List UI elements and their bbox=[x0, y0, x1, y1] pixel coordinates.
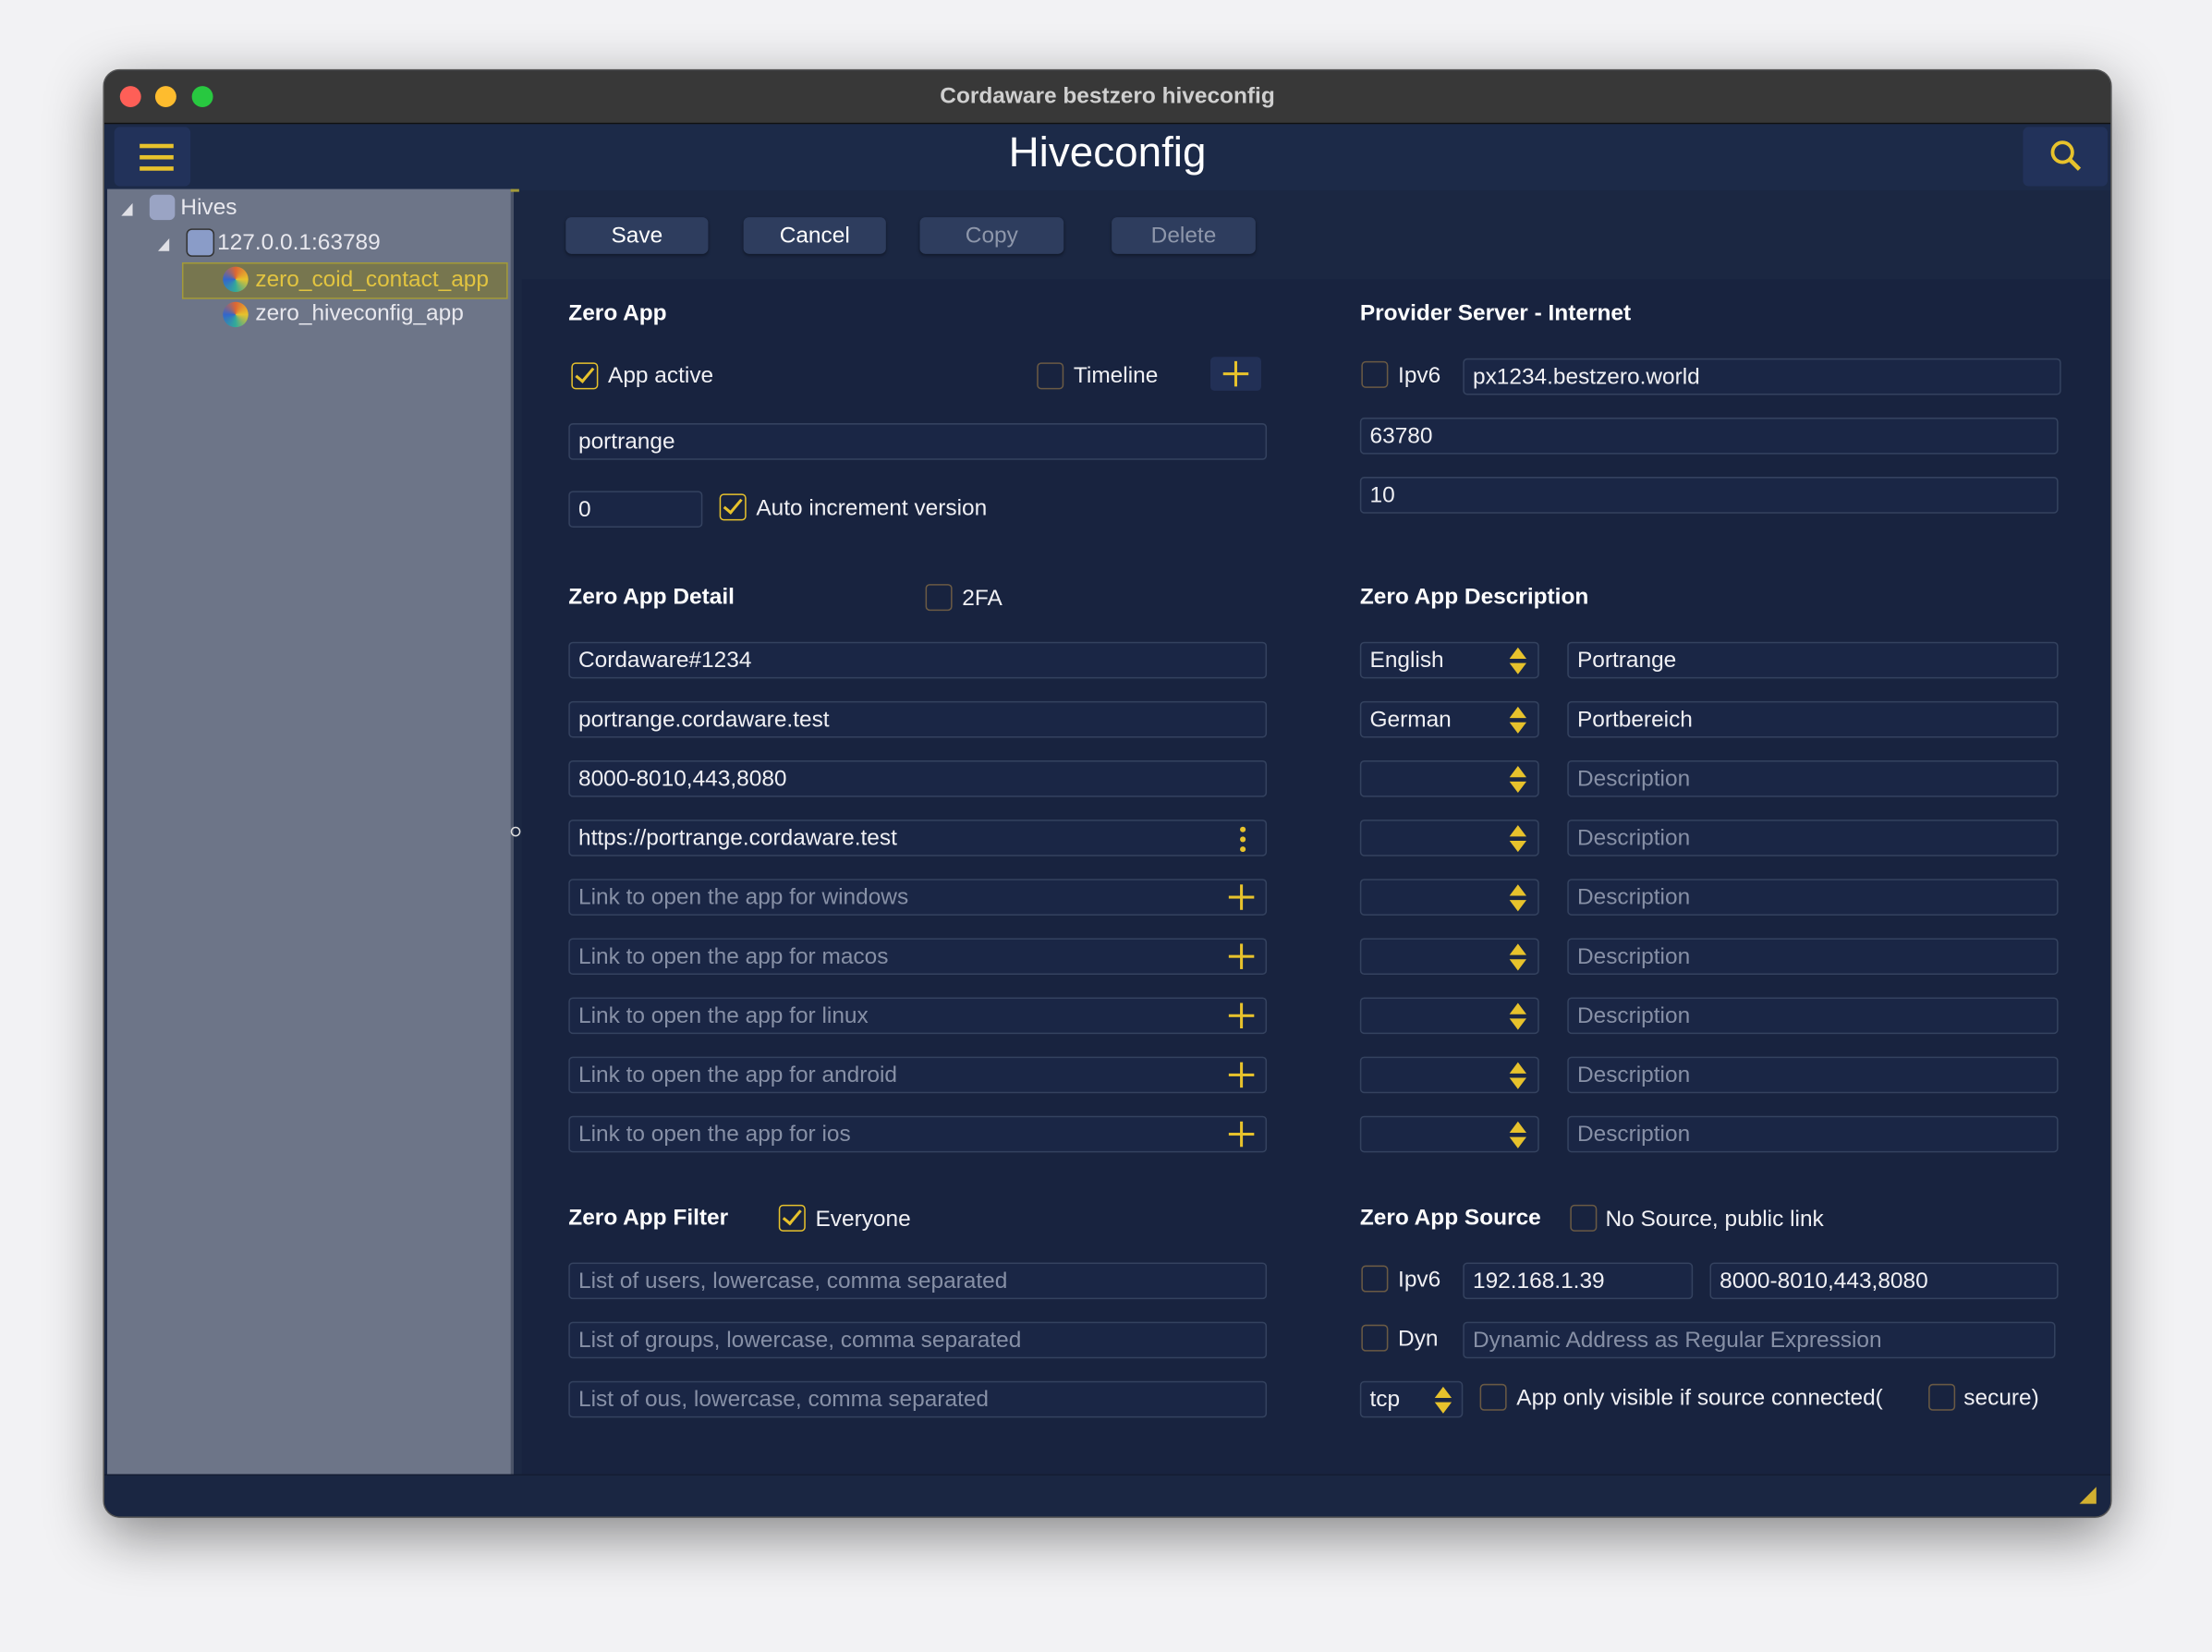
description-input[interactable]: Description bbox=[1567, 759, 2059, 797]
plus-icon bbox=[1221, 358, 1252, 390]
source-ports-input[interactable]: 8000-8010,443,8080 bbox=[1709, 1262, 2059, 1300]
spinner-arrows-icon[interactable] bbox=[1509, 943, 1526, 972]
plus-icon[interactable] bbox=[1226, 1119, 1258, 1150]
spinner-arrows-icon[interactable] bbox=[1434, 1386, 1452, 1415]
everyone-checkbox[interactable] bbox=[778, 1204, 806, 1232]
app-link-input[interactable]: Link to open the app for macos bbox=[568, 938, 1268, 976]
app-link-input[interactable]: Link to open the app for ios bbox=[568, 1115, 1268, 1153]
spinner-arrows-icon[interactable] bbox=[1509, 1121, 1526, 1150]
provider-host-input[interactable]: px1234.bestzero.world bbox=[1463, 358, 2061, 395]
description-input[interactable]: Description bbox=[1567, 997, 2059, 1035]
description-input[interactable]: Description bbox=[1567, 938, 2059, 976]
app-active-label: App active bbox=[608, 363, 714, 388]
form: Zero App App active Timeline portrange 0… bbox=[104, 70, 2110, 1516]
url-input[interactable]: https://portrange.cordaware.test bbox=[568, 820, 1268, 856]
zero-app-filter-heading: Zero App Filter bbox=[568, 1206, 729, 1231]
description-input[interactable]: Description bbox=[1567, 820, 2059, 856]
app-link-input[interactable]: Link to open the app for windows bbox=[568, 879, 1268, 916]
description-input[interactable]: Description bbox=[1567, 1115, 2059, 1153]
dyn-address-input[interactable]: Dynamic Address as Regular Expression bbox=[1463, 1321, 2056, 1359]
app-name-input[interactable]: portrange bbox=[568, 423, 1268, 460]
everyone-label: Everyone bbox=[815, 1207, 911, 1232]
twofa-label: 2FA bbox=[962, 587, 1003, 612]
more-options-icon[interactable] bbox=[1240, 836, 1246, 843]
provider-heading: Provider Server - Internet bbox=[1359, 301, 1632, 326]
plus-icon[interactable] bbox=[1226, 941, 1258, 972]
source-ipv6-checkbox[interactable] bbox=[1361, 1265, 1389, 1293]
language-value: English bbox=[1369, 649, 1444, 674]
owner-input[interactable]: Cordaware#1234 bbox=[568, 641, 1268, 679]
dyn-checkbox[interactable] bbox=[1361, 1324, 1389, 1352]
provider-ipv6-checkbox[interactable] bbox=[1361, 360, 1389, 388]
twofa-checkbox[interactable] bbox=[925, 584, 953, 612]
app-window: Cordaware bestzero hiveconfig Hiveconfig… bbox=[103, 68, 2112, 1518]
zero-app-heading: Zero App bbox=[568, 301, 667, 326]
timeline-checkbox[interactable] bbox=[1037, 362, 1064, 390]
add-timeline-button[interactable] bbox=[1209, 357, 1261, 391]
spinner-arrows-icon[interactable] bbox=[1509, 766, 1526, 795]
zero-app-detail-heading: Zero App Detail bbox=[568, 585, 735, 610]
plus-icon[interactable] bbox=[1226, 1060, 1258, 1091]
description-input[interactable]: Description bbox=[1567, 879, 2059, 916]
no-source-checkbox[interactable] bbox=[1570, 1204, 1598, 1232]
host-input[interactable]: portrange.cordaware.test bbox=[568, 700, 1268, 738]
spinner-arrows-icon[interactable] bbox=[1509, 706, 1526, 735]
protocol-value: tcp bbox=[1369, 1388, 1401, 1413]
auto-increment-label: Auto increment version bbox=[756, 496, 988, 521]
description-input[interactable]: Description bbox=[1567, 1056, 2059, 1094]
description-input[interactable]: Portrange bbox=[1567, 641, 2059, 679]
groups-input[interactable]: List of groups, lowercase, comma separat… bbox=[568, 1321, 1268, 1359]
description-heading: Zero App Description bbox=[1359, 585, 1589, 610]
spinner-arrows-icon[interactable] bbox=[1509, 1002, 1526, 1032]
secure-label: secure) bbox=[1963, 1386, 2039, 1411]
source-ipv6-label: Ipv6 bbox=[1398, 1268, 1441, 1293]
language-value: German bbox=[1369, 708, 1452, 733]
timeline-label: Timeline bbox=[1073, 363, 1159, 388]
secure-checkbox[interactable] bbox=[1928, 1383, 1956, 1411]
description-input[interactable]: Portbereich bbox=[1567, 700, 2059, 738]
no-source-label: No Source, public link bbox=[1605, 1207, 1824, 1232]
app-active-checkbox[interactable] bbox=[571, 362, 599, 390]
visible-if-connected-label: App only visible if source connected( bbox=[1516, 1386, 1883, 1411]
provider-value-input[interactable]: 10 bbox=[1359, 477, 2059, 514]
plus-icon[interactable] bbox=[1226, 1001, 1258, 1032]
app-link-input[interactable]: Link to open the app for android bbox=[568, 1056, 1268, 1094]
spinner-arrows-icon[interactable] bbox=[1509, 825, 1526, 854]
spinner-arrows-icon[interactable] bbox=[1509, 1062, 1526, 1091]
dyn-label: Dyn bbox=[1398, 1327, 1439, 1352]
provider-ipv6-label: Ipv6 bbox=[1398, 363, 1441, 388]
auto-increment-checkbox[interactable] bbox=[719, 493, 747, 521]
spinner-arrows-icon[interactable] bbox=[1509, 884, 1526, 913]
spinner-arrows-icon[interactable] bbox=[1509, 647, 1526, 676]
ports-input[interactable]: 8000-8010,443,8080 bbox=[568, 759, 1268, 797]
app-link-input[interactable]: Link to open the app for linux bbox=[568, 997, 1268, 1035]
visible-if-connected-checkbox[interactable] bbox=[1479, 1383, 1507, 1411]
source-address-input[interactable]: 192.168.1.39 bbox=[1463, 1262, 1694, 1300]
source-heading: Zero App Source bbox=[1359, 1206, 1541, 1231]
url-value: https://portrange.cordaware.test bbox=[577, 826, 897, 851]
version-input[interactable]: 0 bbox=[568, 491, 703, 528]
plus-icon[interactable] bbox=[1226, 881, 1258, 913]
users-input[interactable]: List of users, lowercase, comma separate… bbox=[568, 1262, 1268, 1300]
ous-input[interactable]: List of ous, lowercase, comma separated bbox=[568, 1380, 1268, 1418]
provider-port-input[interactable]: 63780 bbox=[1359, 417, 2059, 455]
